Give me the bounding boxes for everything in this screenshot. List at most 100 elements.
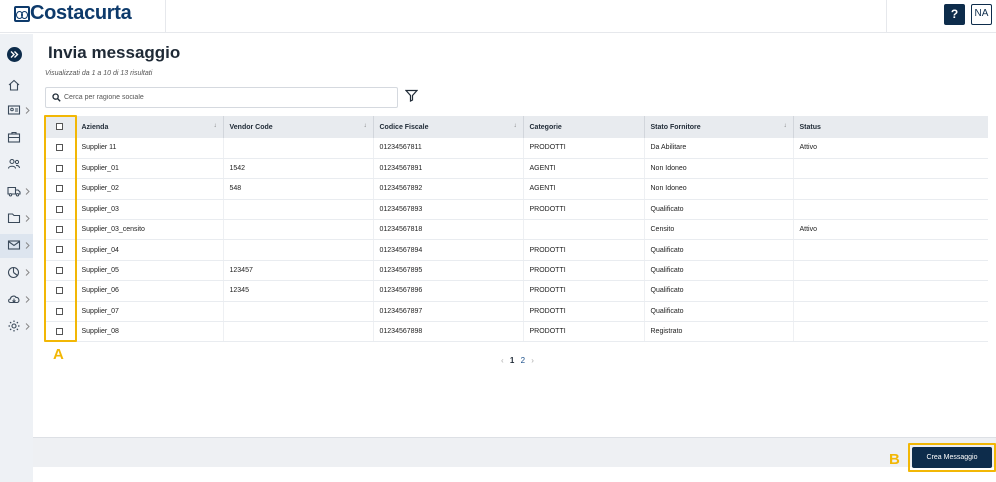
help-button[interactable]: ? (944, 4, 965, 25)
cell-stato-fornitore: Non Idoneo (644, 178, 794, 200)
prev-page-button[interactable]: ‹ (501, 356, 504, 365)
col-header-azienda[interactable]: Azienda ↓ (75, 116, 224, 138)
truck-icon (7, 186, 21, 197)
cell-status (793, 178, 988, 200)
row-checkbox[interactable] (56, 164, 64, 172)
row-checkbox[interactable] (56, 328, 64, 336)
search-box[interactable] (45, 87, 398, 108)
cell-stato-fornitore: Qualificato (644, 301, 794, 323)
table-row[interactable]: Supplier_03 01234567893 PRODOTTI Qualifi… (45, 199, 988, 221)
sort-arrow-icon[interactable]: ↓ (514, 123, 517, 129)
sidebar-item-settings[interactable] (0, 315, 33, 339)
sidebar-item-briefcase[interactable] (0, 126, 33, 150)
row-checkbox[interactable] (56, 266, 64, 274)
table-row[interactable]: Supplier_04 01234567894 PRODOTTI Qualifi… (45, 239, 988, 261)
logo[interactable]: Costacurta (0, 0, 166, 33)
cell-status (793, 260, 988, 282)
cell-azienda: Supplier_01 (75, 158, 224, 180)
suppliers-table: Azienda ↓ Vendor Code ↓ Codice Fiscale ↓ Ca… (45, 116, 988, 343)
cell-vendor-code (223, 301, 374, 323)
cell-codice-fiscale: 01234567818 (373, 219, 524, 241)
sort-arrow-icon[interactable]: ↓ (214, 123, 217, 129)
select-all-checkbox[interactable] (56, 123, 64, 131)
sidebar-item-home[interactable] (0, 74, 33, 98)
sidebar-item-cloud[interactable] (0, 288, 33, 312)
cell-status (793, 199, 988, 221)
search-input[interactable] (64, 90, 384, 105)
col-header-codice-fiscale[interactable]: Codice Fiscale ↓ (373, 116, 524, 138)
col-header-status[interactable]: Status (793, 116, 988, 138)
cell-vendor-code: 12345 (223, 280, 374, 302)
sidebar-item-folder[interactable] (0, 207, 33, 231)
cell-vendor-code (223, 239, 374, 261)
table-row[interactable]: Supplier_01 1542 01234567891 AGENTI Non … (45, 158, 988, 180)
cell-status: Attivo (793, 138, 988, 159)
double-chevron-right-icon (10, 51, 19, 58)
col-header-categorie[interactable]: Categorie (523, 116, 645, 138)
sidebar-item-anagrafica[interactable] (0, 99, 33, 123)
sidebar-expand-button[interactable] (7, 47, 22, 62)
cell-azienda: Supplier_02 (75, 178, 224, 200)
row-checkbox[interactable] (56, 307, 64, 315)
folder-icon (7, 213, 21, 224)
cloud-download-icon (8, 295, 20, 304)
row-checkbox[interactable] (56, 287, 64, 295)
table-row[interactable]: Supplier_02 548 01234567892 AGENTI Non I… (45, 178, 988, 200)
row-checkbox[interactable] (56, 185, 64, 193)
col-header-vendor-code[interactable]: Vendor Code ↓ (223, 116, 374, 138)
cell-status (793, 280, 988, 302)
briefcase-icon (7, 131, 21, 143)
chevron-right-icon (25, 188, 30, 195)
cell-categorie: PRODOTTI (523, 239, 645, 261)
pagination: ‹ 1 2 › (499, 356, 536, 365)
cell-codice-fiscale: 01234567896 (373, 280, 524, 302)
cell-codice-fiscale: 01234567897 (373, 301, 524, 323)
logo-text: Costacurta (30, 2, 132, 24)
table-row[interactable]: Supplier 11 01234567811 PRODOTTI Da Abil… (45, 138, 988, 159)
sort-arrow-icon[interactable]: ↓ (784, 123, 787, 129)
logo-mark-icon (14, 6, 30, 22)
pie-chart-icon (7, 266, 20, 279)
avatar[interactable]: NA (971, 4, 992, 25)
top-bar: Costacurta ? NA (0, 0, 996, 33)
cell-azienda: Supplier_06 (75, 280, 224, 302)
search-icon (52, 93, 61, 102)
cell-vendor-code: 548 (223, 178, 374, 200)
filter-icon[interactable] (405, 89, 418, 102)
sidebar-item-messages[interactable] (0, 234, 33, 258)
cell-stato-fornitore: Non Idoneo (644, 158, 794, 180)
cell-categorie: PRODOTTI (523, 301, 645, 323)
page-1-button[interactable]: 1 (510, 356, 514, 365)
page-2-button[interactable]: 2 (521, 356, 525, 365)
page-title: Invia messaggio (48, 43, 181, 62)
col-header-stato-fornitore[interactable]: Stato Fornitore ↓ (644, 116, 794, 138)
chevron-right-icon (25, 296, 30, 303)
gear-icon (8, 320, 20, 332)
sort-arrow-icon[interactable]: ↓ (364, 123, 367, 129)
cell-codice-fiscale: 01234567895 (373, 260, 524, 282)
table-row[interactable]: Supplier_08 01234567898 PRODOTTI Registr… (45, 321, 988, 343)
table-header-row: Azienda ↓ Vendor Code ↓ Codice Fiscale ↓ Ca… (45, 116, 988, 138)
cell-status (793, 321, 988, 343)
table-row[interactable]: Supplier_03_censito 01234567818 Censito … (45, 219, 988, 241)
cell-categorie: AGENTI (523, 158, 645, 180)
row-checkbox[interactable] (56, 205, 64, 213)
next-page-button[interactable]: › (531, 356, 534, 365)
table-row[interactable]: Supplier_06 12345 01234567896 PRODOTTI Q… (45, 280, 988, 302)
table-row[interactable]: Supplier_05 123457 01234567895 PRODOTTI … (45, 260, 988, 282)
home-icon (8, 79, 20, 91)
row-checkbox[interactable] (56, 246, 64, 254)
cell-codice-fiscale: 01234567893 (373, 199, 524, 221)
table-row[interactable]: Supplier_07 01234567897 PRODOTTI Qualifi… (45, 301, 988, 323)
row-checkbox[interactable] (56, 226, 64, 234)
cell-vendor-code: 123457 (223, 260, 374, 282)
sidebar-item-truck[interactable] (0, 180, 33, 204)
chevron-right-icon (25, 269, 30, 276)
chevron-right-icon (25, 107, 30, 114)
cell-vendor-code (223, 199, 374, 221)
crea-messaggio-button[interactable]: Crea Messaggio (912, 447, 992, 468)
sidebar (0, 34, 33, 482)
sidebar-item-users[interactable] (0, 153, 33, 177)
row-checkbox[interactable] (56, 144, 64, 152)
sidebar-item-reports[interactable] (0, 261, 33, 285)
